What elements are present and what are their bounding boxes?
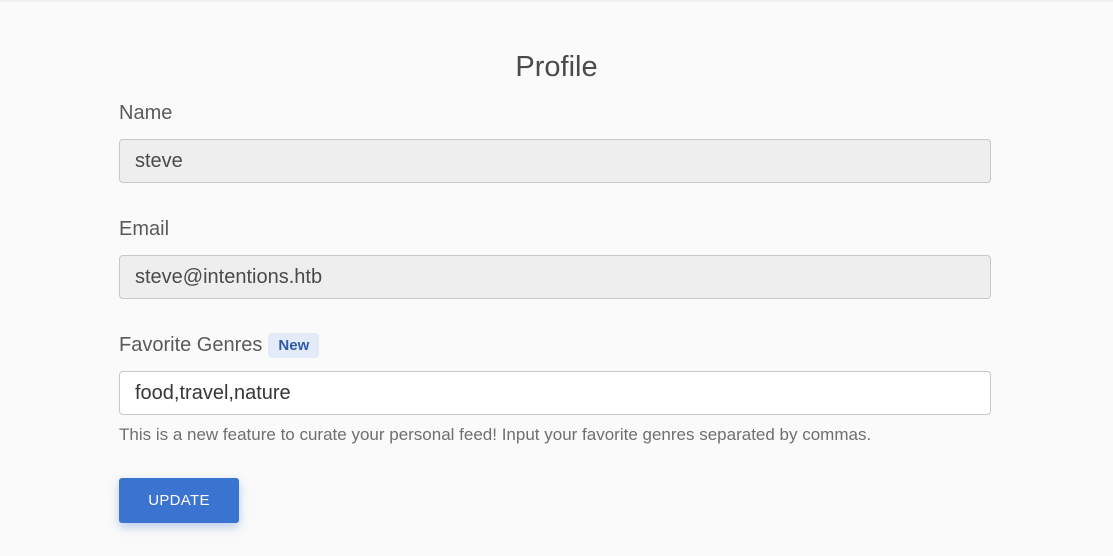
- genres-label-text: Favorite Genres: [119, 334, 263, 356]
- email-input[interactable]: [119, 255, 991, 299]
- page-title: Profile: [515, 51, 598, 84]
- genres-field-group: Favorite Genres New This is a new featur…: [119, 332, 991, 446]
- genres-label: Favorite Genres New: [119, 332, 991, 358]
- name-label-text: Name: [119, 102, 173, 124]
- email-label-text: Email: [119, 218, 170, 240]
- name-input[interactable]: [119, 139, 991, 183]
- email-field-group: Email: [119, 216, 991, 299]
- email-label: Email: [119, 216, 991, 242]
- profile-page: Profile Name Email Favorite Genres New T…: [0, 0, 1113, 556]
- update-button[interactable]: UPDATE: [119, 478, 239, 523]
- name-label: Name: [119, 100, 991, 126]
- new-badge: New: [268, 332, 320, 358]
- genres-input[interactable]: [119, 371, 991, 415]
- name-field-group: Name: [119, 100, 991, 183]
- genres-help-text: This is a new feature to curate your per…: [119, 425, 872, 444]
